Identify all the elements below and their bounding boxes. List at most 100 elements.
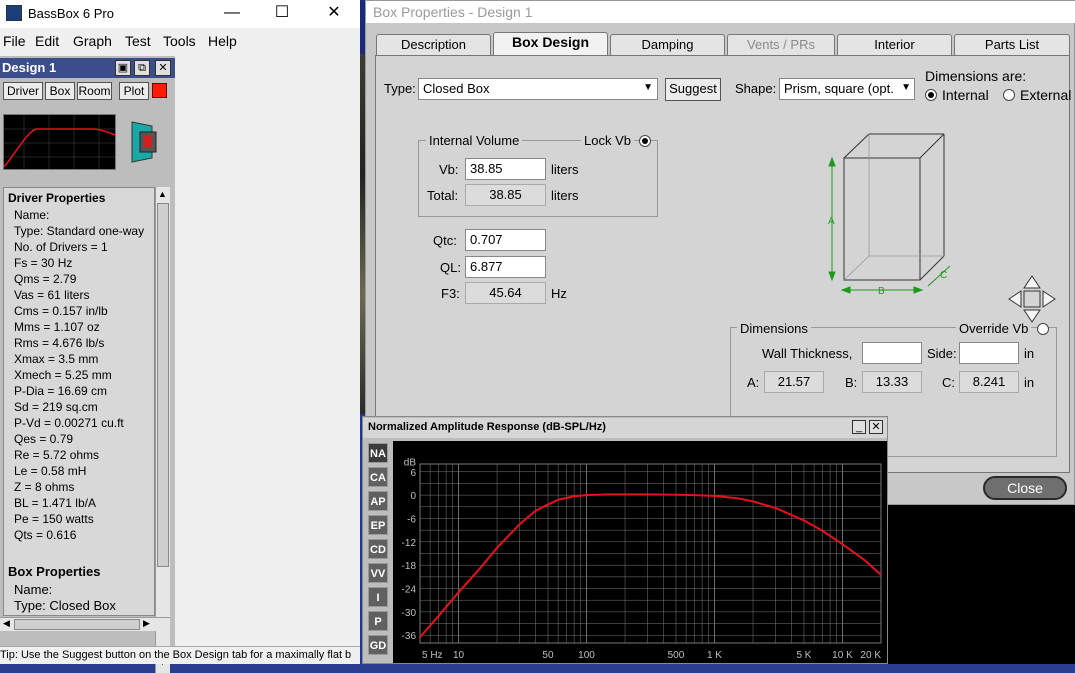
x-tick-label: 5 Hz — [422, 650, 443, 661]
wall-thickness-label: Wall Thickness, — [762, 346, 853, 361]
vb-input[interactable]: 38.85 — [465, 158, 546, 180]
y-tick-label: -12 — [402, 538, 417, 549]
close-design-icon[interactable]: ✕ — [155, 60, 171, 76]
tab-interior[interactable]: Interior — [837, 34, 952, 55]
shape-value: Prism, square (opt. — [784, 81, 894, 96]
close-button[interactable]: Close — [983, 476, 1067, 500]
plot-color-swatch[interactable] — [152, 83, 167, 98]
internal-label: Internal — [942, 87, 989, 103]
properties-horizontal-scrollbar[interactable]: ◀ ▶ — [0, 617, 170, 631]
menu-tools[interactable]: Tools — [163, 33, 196, 49]
rotate-box-arrows[interactable] — [1007, 274, 1057, 324]
external-radio[interactable] — [1003, 89, 1015, 101]
qtc-label: Qtc: — [433, 233, 457, 248]
app-icon — [6, 5, 22, 21]
override-vb-radio[interactable] — [1037, 323, 1049, 335]
response-side-button[interactable]: VV — [368, 563, 388, 583]
minimize-button[interactable]: — — [212, 2, 252, 24]
tab-vents-prs[interactable]: Vents / PRs — [727, 34, 835, 55]
save-icon[interactable]: ▣ — [115, 60, 131, 76]
menu-help[interactable]: Help — [208, 33, 237, 49]
response-side-button[interactable]: AP — [368, 491, 388, 511]
driver-property: Qms = 2.79 — [14, 272, 77, 286]
main-window: BassBox 6 Pro — ☐ ✕ File Edit Graph Test… — [0, 0, 360, 673]
box-property: Shape: Prism, square (o — [14, 614, 154, 615]
type-label: Type: — [384, 81, 416, 96]
a-label: A: — [747, 375, 760, 390]
menu-file[interactable]: File — [3, 33, 26, 49]
y-axis-label: dB — [404, 458, 417, 469]
rotate-right-icon[interactable] — [1042, 290, 1056, 308]
side-input[interactable] — [959, 342, 1019, 364]
response-plot-area[interactable]: 6 0 -6 -12 -18 -24 -30 -36 dB 5 Hz 10 50 100 500 1 K 5 … — [393, 441, 887, 663]
suggest-button[interactable]: Suggest — [665, 78, 721, 101]
response-side-button[interactable]: CD — [368, 539, 388, 559]
x-tick-label: 1 K — [707, 650, 722, 661]
external-label: External — [1020, 87, 1072, 103]
response-side-button[interactable]: GD — [368, 635, 388, 655]
menu-test[interactable]: Test — [125, 33, 151, 49]
total-label: Total: — [427, 188, 459, 203]
response-side-button[interactable]: EP — [368, 515, 388, 535]
box-properties-heading: Box Properties — [8, 564, 101, 579]
tab-damping[interactable]: Damping — [610, 34, 725, 55]
driver-property: Qes = 0.79 — [14, 432, 74, 446]
qtc-input[interactable]: 0.707 — [465, 229, 546, 251]
scroll-thumb[interactable] — [157, 203, 169, 567]
response-side-button[interactable]: P — [368, 611, 388, 631]
internal-radio[interactable] — [925, 89, 937, 101]
ql-input[interactable]: 6.877 — [465, 256, 546, 278]
response-title: Normalized Amplitude Response (dB-SPL/Hz… — [368, 421, 606, 433]
x-tick-label: 100 — [578, 650, 595, 661]
y-tick-label: -6 — [407, 514, 416, 525]
minimize-response-icon[interactable]: _ — [852, 420, 866, 434]
response-side-button[interactable]: I — [368, 587, 388, 607]
x-tick-label: 500 — [668, 650, 685, 661]
b-label: B: — [845, 375, 858, 390]
room-button[interactable]: Room — [77, 82, 112, 100]
driver-property: Fs = 30 Hz — [14, 256, 73, 270]
status-tip: Tip: Use the Suggest button on the Box D… — [0, 646, 360, 664]
driver-button[interactable]: Driver — [3, 82, 43, 100]
copy-icon[interactable]: ⧉ — [134, 60, 150, 76]
type-select[interactable]: Closed Box ▼ — [418, 78, 658, 100]
driver-property: Le = 0.58 mH — [14, 464, 87, 478]
driver-property: Cms = 0.157 in/lb — [14, 304, 108, 318]
menu-graph[interactable]: Graph — [73, 33, 112, 49]
total-unit: liters — [551, 188, 579, 203]
menu-edit[interactable]: Edit — [35, 33, 59, 49]
scroll-up-icon[interactable]: ▲ — [158, 189, 167, 199]
f3-value: 45.64 — [465, 282, 546, 304]
properties-list: Driver Properties Name: Type: Standard on… — [3, 187, 155, 616]
tab-box-design[interactable]: Box Design — [493, 32, 608, 56]
rotate-up-icon[interactable] — [1023, 275, 1041, 289]
total-value: 38.85 — [465, 184, 546, 206]
speaker-box-icon[interactable] — [130, 120, 160, 164]
b-value: 13.33 — [862, 371, 922, 393]
wall-thickness-input[interactable] — [862, 342, 922, 364]
hscroll-thumb[interactable] — [14, 619, 140, 630]
box-button[interactable]: Box — [45, 82, 75, 100]
scroll-right-icon[interactable]: ▶ — [143, 618, 150, 629]
driver-property: Xmax = 3.5 mm — [14, 352, 99, 366]
tab-parts-list[interactable]: Parts List — [954, 34, 1070, 55]
properties-vertical-scrollbar[interactable]: ▲ ▼ — [155, 187, 170, 673]
response-side-button[interactable]: NA — [368, 443, 388, 463]
c-label: C: — [942, 375, 955, 390]
design-title: Design 1 — [2, 60, 57, 75]
close-response-icon[interactable]: ✕ — [869, 420, 883, 434]
lock-vb-radio[interactable] — [639, 135, 651, 147]
shape-select[interactable]: Prism, square (opt. ▼ — [779, 78, 915, 100]
y-tick-label: 6 — [410, 468, 416, 479]
plot-button[interactable]: Plot — [119, 82, 149, 100]
scroll-left-icon[interactable]: ◀ — [3, 618, 10, 629]
dim-c-label: C — [940, 270, 947, 281]
maximize-button[interactable]: ☐ — [262, 2, 302, 24]
mini-response-graph[interactable] — [3, 114, 116, 170]
rotate-left-icon[interactable] — [1008, 290, 1022, 308]
driver-property: BL = 1.471 lb/A — [14, 496, 96, 510]
close-window-button[interactable]: ✕ — [314, 2, 354, 24]
response-side-button[interactable]: CA — [368, 467, 388, 487]
tab-description[interactable]: Description — [376, 34, 491, 55]
y-tick-label: -36 — [402, 631, 417, 642]
